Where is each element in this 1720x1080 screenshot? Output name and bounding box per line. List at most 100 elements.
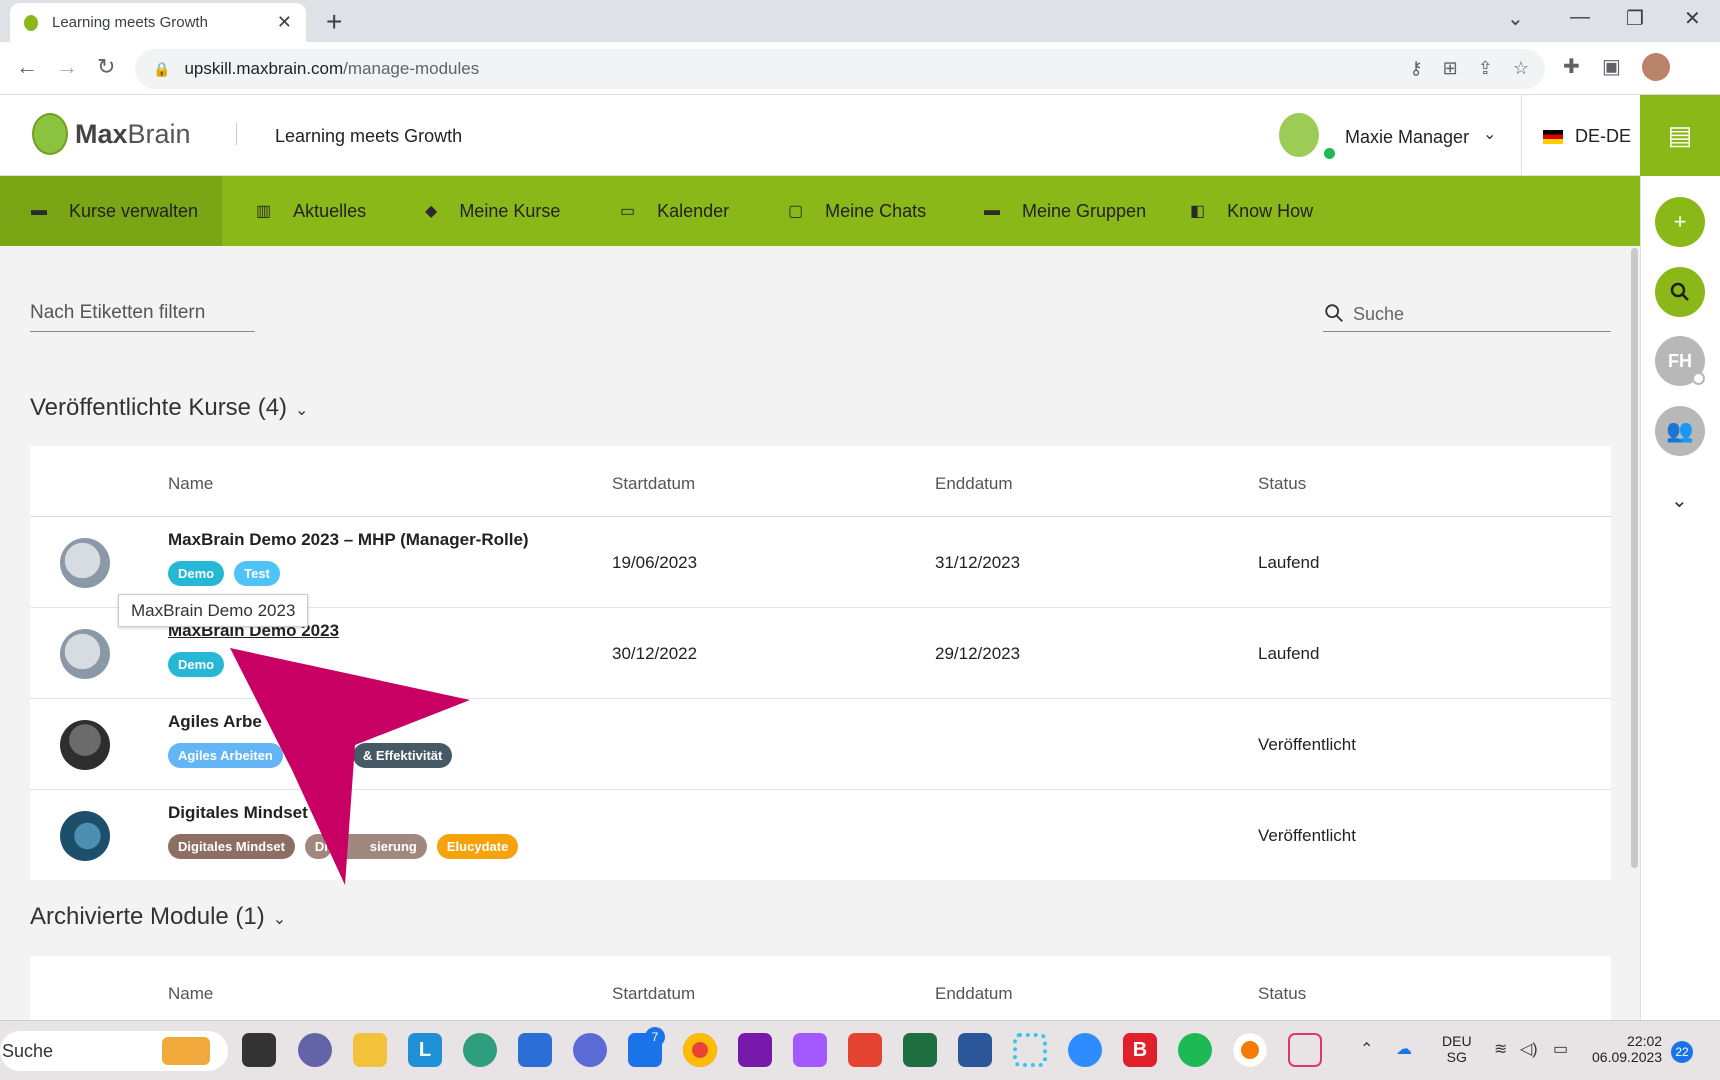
logo-text[interactable]: MaxBrain bbox=[75, 119, 191, 150]
onedrive-icon[interactable]: ☁ bbox=[1396, 1039, 1412, 1059]
page-scrollbar[interactable] bbox=[1631, 248, 1638, 868]
header-tagline: Learning meets Growth bbox=[275, 126, 463, 146]
briefcase-icon bbox=[162, 1037, 210, 1065]
archived-section-title[interactable]: Archivierte Module (1) ⌄ bbox=[30, 903, 286, 931]
restore-icon[interactable]: ❐ bbox=[1626, 6, 1644, 31]
column-header-status[interactable]: Status bbox=[1258, 984, 1306, 1004]
user-avatar[interactable] bbox=[1279, 113, 1319, 157]
address-bar[interactable]: 🔒 upskill.maxbrain.com/manage-modules ⚷ … bbox=[135, 49, 1545, 89]
lexoffice-l-icon[interactable]: L bbox=[408, 1033, 442, 1067]
tab-search-chevron-icon[interactable]: ⌄ bbox=[1507, 6, 1524, 31]
chevron-down-icon[interactable]: ⌄ bbox=[1483, 124, 1496, 144]
user-name[interactable]: Maxie Manager bbox=[1345, 127, 1469, 148]
search-placeholder: Suche bbox=[1353, 304, 1405, 324]
task-view-icon[interactable] bbox=[242, 1033, 276, 1067]
extensions-icon[interactable]: ✚ bbox=[1563, 54, 1580, 79]
nav-item-meine-chats[interactable]: ▢ Meine Chats bbox=[788, 176, 926, 246]
url-path: /manage-modules bbox=[343, 59, 480, 78]
side-panel-icon[interactable]: ▣ bbox=[1602, 54, 1621, 79]
star-icon[interactable]: ☆ bbox=[1513, 58, 1529, 79]
affinity-icon[interactable] bbox=[573, 1033, 607, 1067]
minimize-icon[interactable]: — bbox=[1570, 6, 1590, 29]
search-input[interactable]: Suche bbox=[1323, 284, 1611, 332]
todoist-icon[interactable] bbox=[848, 1033, 882, 1067]
zoom-icon[interactable] bbox=[1068, 1033, 1102, 1067]
tag-badge: Elucydate bbox=[436, 834, 519, 859]
nav-item-kalender[interactable]: ▭ Kalender bbox=[620, 176, 729, 246]
chat-panel-button[interactable]: ▤ bbox=[1640, 95, 1720, 176]
word-icon[interactable] bbox=[958, 1033, 992, 1067]
browser-tab[interactable]: Learning meets Growth ✕ bbox=[10, 3, 306, 42]
column-header-start[interactable]: Startdatum bbox=[612, 474, 695, 494]
language-selector[interactable]: DE-DE bbox=[1575, 126, 1631, 147]
presence-dot bbox=[1692, 372, 1705, 385]
column-header-end[interactable]: Enddatum bbox=[935, 984, 1013, 1004]
spotify-icon[interactable] bbox=[1178, 1033, 1212, 1067]
keyboard-language[interactable]: DEU SG bbox=[1442, 1033, 1472, 1065]
column-header-start[interactable]: Startdatum bbox=[612, 984, 695, 1004]
nav-item-know-how[interactable]: ◧ Know How bbox=[1190, 176, 1313, 246]
vpn-icon[interactable] bbox=[1233, 1033, 1267, 1067]
status-text: Laufend bbox=[1258, 644, 1320, 663]
main-navigation: ▬ Kurse verwalten ▥ Aktuelles ◆ Meine Kurse… bbox=[0, 176, 1640, 246]
browser-toolbar: ← → ↻ 🔒 upskill.maxbrain.com/manage-modu… bbox=[0, 42, 1720, 95]
status-text: Veröffentlicht bbox=[1258, 735, 1356, 754]
reload-icon[interactable]: ↻ bbox=[97, 54, 115, 80]
close-window-icon[interactable]: ✕ bbox=[1684, 6, 1701, 31]
course-name[interactable]: MaxBrain Demo 2023 – MHP (Manager-Rolle) bbox=[168, 530, 529, 550]
course-name[interactable]: Agiles Arbe bbox=[168, 712, 262, 732]
taskbar-search-label: Suche bbox=[2, 1041, 54, 1061]
key-icon[interactable]: ⚷ bbox=[1409, 58, 1422, 79]
start-date: 19/06/2023 bbox=[612, 553, 698, 572]
column-header-name[interactable]: Name bbox=[168, 474, 213, 494]
nav-item-kurse-verwalten[interactable]: ▬ Kurse verwalten bbox=[0, 176, 222, 246]
search-button[interactable] bbox=[1655, 267, 1705, 317]
bitdefender-b-icon[interactable]: B bbox=[1123, 1033, 1157, 1067]
new-tab-icon[interactable]: + bbox=[326, 6, 342, 38]
add-button[interactable]: + bbox=[1655, 197, 1705, 247]
group-card-icon: ▬ bbox=[984, 202, 1000, 219]
chrome-icon[interactable] bbox=[683, 1033, 717, 1067]
notification-center-badge[interactable]: 22 bbox=[1671, 1041, 1693, 1063]
back-icon[interactable]: ← bbox=[16, 54, 38, 80]
file-explorer-icon[interactable] bbox=[353, 1033, 387, 1067]
header-divider bbox=[236, 123, 237, 145]
onenote-icon[interactable] bbox=[738, 1033, 772, 1067]
forward-icon[interactable]: → bbox=[56, 54, 78, 80]
course-name[interactable]: Digitales Mindset bbox=[168, 803, 308, 823]
tag-badge: & Effektivität bbox=[352, 743, 453, 768]
clock[interactable]: 22:02 06.09.2023 bbox=[1592, 1033, 1662, 1065]
nav-item-aktuelles[interactable]: ▥ Aktuelles bbox=[256, 176, 366, 246]
german-flag-icon bbox=[1543, 130, 1563, 144]
slack-icon[interactable] bbox=[1013, 1033, 1047, 1067]
profile-avatar[interactable] bbox=[1642, 53, 1670, 81]
table-row[interactable]: Agiles Arbe Agiles Arbeiten & Effektivit… bbox=[30, 699, 1611, 790]
edge-icon[interactable] bbox=[463, 1033, 497, 1067]
column-header-status[interactable]: Status bbox=[1258, 474, 1306, 494]
share-icon[interactable]: ⇪ bbox=[1478, 58, 1493, 79]
tag-filter-placeholder: Nach Etiketten filtern bbox=[30, 302, 206, 323]
column-header-end[interactable]: Enddatum bbox=[935, 474, 1013, 494]
column-header-name[interactable]: Name bbox=[168, 984, 213, 1004]
volume-icon[interactable]: ◁) bbox=[1520, 1039, 1538, 1059]
teams-chat-icon[interactable] bbox=[298, 1033, 332, 1067]
chevron-up-icon[interactable]: ⌃ bbox=[1360, 1039, 1373, 1059]
course-thumbnail bbox=[60, 720, 110, 770]
store-icon[interactable] bbox=[518, 1033, 552, 1067]
nav-item-meine-kurse[interactable]: ◆ Meine Kurse bbox=[425, 176, 560, 246]
tag-filter-input[interactable]: Nach Etiketten filtern bbox=[30, 284, 255, 332]
snipping-tool-icon[interactable] bbox=[1288, 1033, 1322, 1067]
taskbar-search[interactable]: Suche bbox=[0, 1031, 228, 1071]
course-thumbnail bbox=[60, 629, 110, 679]
excel-icon[interactable] bbox=[903, 1033, 937, 1067]
battery-icon[interactable]: ▭ bbox=[1553, 1039, 1568, 1059]
table-row[interactable]: Digitales Mindset Digitales Mindset Di s… bbox=[30, 790, 1611, 881]
chevron-down-icon[interactable]: ⌄ bbox=[1671, 488, 1688, 513]
nav-item-meine-gruppen[interactable]: ▬ Meine Gruppen bbox=[984, 176, 1146, 246]
translate-icon[interactable]: ⊞ bbox=[1443, 58, 1458, 79]
published-section-title[interactable]: Veröffentlichte Kurse (4) ⌄ bbox=[30, 394, 308, 422]
wifi-icon[interactable]: ≋ bbox=[1494, 1039, 1507, 1059]
figma-icon[interactable] bbox=[793, 1033, 827, 1067]
close-tab-icon[interactable]: ✕ bbox=[277, 12, 292, 33]
groups-button[interactable]: 👥 bbox=[1655, 406, 1705, 456]
